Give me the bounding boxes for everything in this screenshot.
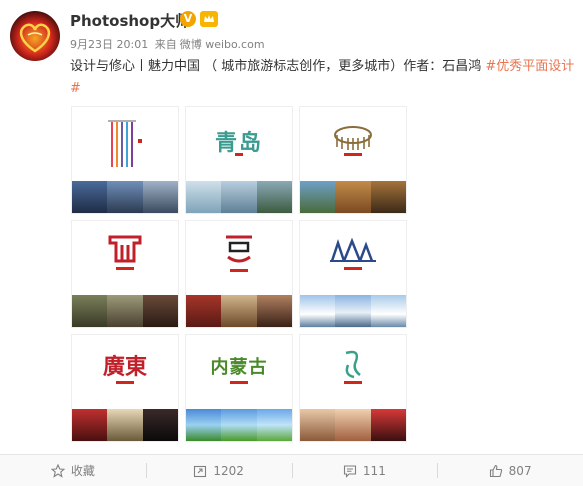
vip-crown-icon[interactable] <box>200 11 218 27</box>
photo-strip <box>186 409 292 441</box>
user-name[interactable]: Photoshop大师 <box>70 10 190 31</box>
city-logo-graphic <box>334 126 372 156</box>
post-time[interactable]: 9月23日 20:01 <box>70 38 148 51</box>
photo-strip <box>300 409 406 441</box>
post-source[interactable]: 微博 weibo.com <box>180 38 265 51</box>
city-logo-graphic <box>330 237 376 270</box>
like-count: 807 <box>508 463 532 478</box>
grid-image-4[interactable] <box>71 220 179 328</box>
grid-image-9[interactable] <box>299 334 407 442</box>
verified-badge[interactable]: V <box>180 11 196 27</box>
photo-strip <box>72 181 178 213</box>
avatar[interactable] <box>10 11 60 61</box>
grid-image-1[interactable] <box>71 106 179 214</box>
city-logo-graphic <box>344 350 362 384</box>
favorite-button[interactable]: 收藏 <box>0 455 146 486</box>
comment-icon <box>343 464 356 478</box>
photo-strip <box>186 295 292 327</box>
grid-image-3[interactable] <box>299 106 407 214</box>
city-logo-graphic <box>108 235 142 270</box>
photo-strip <box>300 181 406 213</box>
comment-count: 111 <box>362 463 386 478</box>
grid-image-7[interactable]: 廣東 <box>71 334 179 442</box>
repost-button[interactable]: 1202 <box>145 455 292 486</box>
repost-count: 1202 <box>213 463 244 478</box>
grid-image-5[interactable] <box>185 220 293 328</box>
action-bar: 收藏 1202 111 807 <box>0 455 583 486</box>
like-button[interactable]: 807 <box>437 455 583 486</box>
repost-icon <box>194 465 207 477</box>
image-grid: 青岛 廣東 内蒙古 <box>71 106 408 443</box>
post-meta: 9月23日 20:01 来自 微博 weibo.com <box>70 36 268 52</box>
user-badges: V <box>180 11 218 27</box>
city-logo-graphic <box>108 120 142 167</box>
photo-strip <box>72 409 178 441</box>
post-text: 设计与修心丨魅力中国 （ 城市旅游标志创作，更多城市）作者：石昌鸿 #优秀平面设… <box>70 56 575 100</box>
heart-logo-icon <box>19 23 51 53</box>
star-icon <box>50 463 65 478</box>
source-prefix: 来自 <box>154 38 177 51</box>
photo-strip <box>72 295 178 327</box>
comment-button[interactable]: 111 <box>291 455 438 486</box>
city-logo-graphic <box>226 235 252 272</box>
favorite-label: 收藏 <box>70 464 95 478</box>
grid-image-8[interactable]: 内蒙古 <box>185 334 293 442</box>
photo-strip <box>186 181 292 213</box>
post-body: 设计与修心丨魅力中国 （ 城市旅游标志创作，更多城市）作者：石昌鸿 <box>70 59 486 74</box>
grid-image-6[interactable] <box>299 220 407 328</box>
thumbs-up-icon <box>489 464 502 477</box>
photo-strip <box>300 295 406 327</box>
grid-image-2[interactable]: 青岛 <box>185 106 293 214</box>
